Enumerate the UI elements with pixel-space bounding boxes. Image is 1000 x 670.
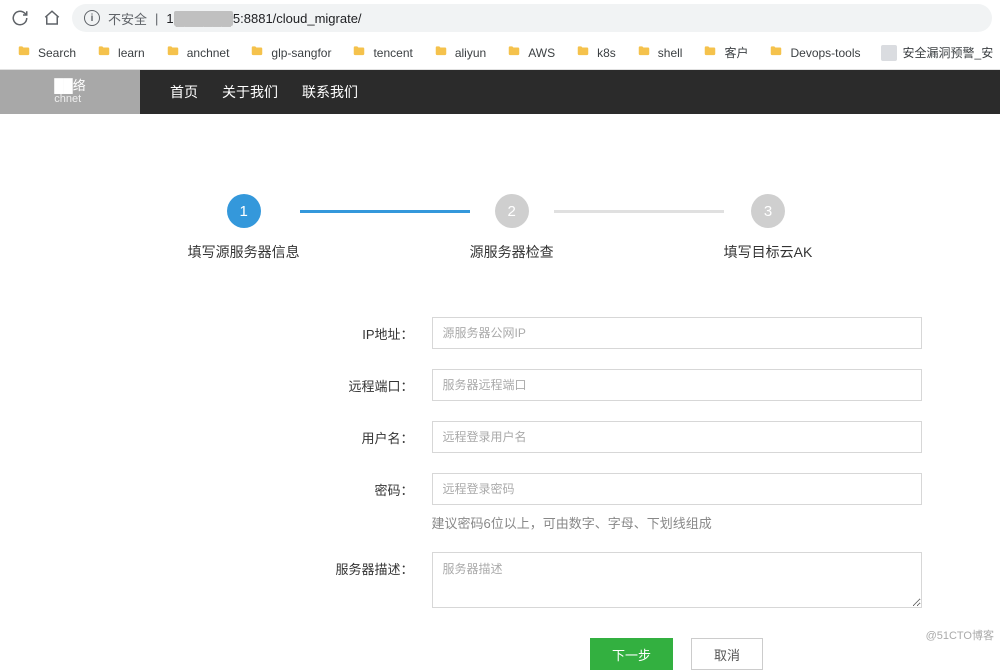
folder-icon [96, 44, 112, 61]
folder-icon [506, 44, 522, 61]
nav-link[interactable]: 关于我们 [222, 82, 278, 102]
url-text: 1██████5:8881/cloud_migrate/ [166, 11, 361, 26]
password-helper: 建议密码6位以上，可由数字、字母、下划线组成 [432, 513, 922, 532]
bookmark-item[interactable]: anchnet [157, 40, 238, 65]
step-connector [554, 210, 724, 213]
page-nav: ██络 chnet 首页 关于我们 联系我们 [0, 70, 1000, 114]
step-number-icon: 1 [227, 194, 261, 228]
steps-indicator: 1 填写源服务器信息 2 源服务器检查 3 填写目标云AK [0, 194, 1000, 262]
bookmarks-bar: Search learn anchnet glp-sangfor tencent aliy… [0, 36, 1000, 70]
watermark: @51CTO博客 [926, 627, 994, 643]
site-icon [881, 45, 897, 61]
bookmark-label: aliyun [455, 46, 486, 60]
step-connector [300, 210, 470, 213]
bookmark-label: anchnet [187, 46, 230, 60]
nav-link[interactable]: 联系我们 [302, 82, 358, 102]
bookmark-item[interactable]: 安全漏洞预警_安 [873, 40, 1000, 65]
step-label: 填写源服务器信息 [188, 242, 300, 262]
folder-icon [433, 44, 449, 61]
folder-icon [16, 44, 32, 61]
home-icon[interactable] [40, 6, 64, 30]
reload-icon[interactable] [8, 6, 32, 30]
password-label: 密码： [294, 473, 414, 499]
port-input[interactable] [432, 369, 922, 401]
info-icon: i [84, 10, 100, 26]
next-button[interactable]: 下一步 [590, 638, 673, 670]
brand-logo[interactable]: ██络 chnet [0, 70, 140, 114]
step: 1 填写源服务器信息 [188, 194, 300, 262]
step: 2 源服务器检查 [470, 194, 554, 262]
desc-label: 服务器描述： [294, 552, 414, 578]
user-input[interactable] [432, 421, 922, 453]
bookmark-item[interactable]: k8s [567, 40, 624, 65]
insecure-label: 不安全 [108, 9, 147, 28]
browser-toolbar: i 不安全 | 1██████5:8881/cloud_migrate/ [0, 0, 1000, 36]
bookmark-item[interactable]: tencent [343, 40, 420, 65]
folder-icon [702, 44, 718, 61]
bookmark-item[interactable]: shell [628, 40, 691, 65]
bookmark-label: AWS [528, 46, 555, 60]
bookmark-label: 安全漏洞预警_安 [903, 44, 994, 61]
source-server-form: IP地址： 远程端口： 用户名： 密码： 建议密码6位以上，可由数字、字母、下划… [0, 317, 1000, 670]
bookmark-item[interactable]: Search [8, 40, 84, 65]
bookmark-item[interactable]: glp-sangfor [241, 40, 339, 65]
step-label: 填写目标云AK [724, 242, 813, 262]
bookmark-item[interactable]: AWS [498, 40, 563, 65]
bookmark-label: learn [118, 46, 145, 60]
ip-label: IP地址： [294, 317, 414, 343]
bookmark-label: Devops-tools [790, 46, 860, 60]
step-number-icon: 3 [751, 194, 785, 228]
separator: | [155, 11, 158, 26]
folder-icon [249, 44, 265, 61]
folder-icon [768, 44, 784, 61]
folder-icon [351, 44, 367, 61]
bookmark-item[interactable]: Devops-tools [760, 40, 868, 65]
bookmark-item[interactable]: aliyun [425, 40, 494, 65]
bookmark-label: k8s [597, 46, 616, 60]
bookmark-label: glp-sangfor [271, 46, 331, 60]
bookmark-label: tencent [373, 46, 412, 60]
step-label: 源服务器检查 [470, 242, 554, 262]
folder-icon [636, 44, 652, 61]
folder-icon [165, 44, 181, 61]
step: 3 填写目标云AK [724, 194, 813, 262]
nav-link[interactable]: 首页 [170, 82, 198, 102]
port-label: 远程端口： [294, 369, 414, 395]
bookmark-label: Search [38, 46, 76, 60]
folder-icon [575, 44, 591, 61]
user-label: 用户名： [294, 421, 414, 447]
bookmark-item[interactable]: learn [88, 40, 153, 65]
step-number-icon: 2 [495, 194, 529, 228]
address-bar[interactable]: i 不安全 | 1██████5:8881/cloud_migrate/ [72, 4, 992, 32]
ip-input[interactable] [432, 317, 922, 349]
cancel-button[interactable]: 取消 [691, 638, 763, 670]
password-input[interactable] [432, 473, 922, 505]
desc-input[interactable] [432, 552, 922, 608]
bookmark-item[interactable]: 客户 [694, 40, 756, 65]
bookmark-label: 客户 [724, 44, 748, 61]
bookmark-label: shell [658, 46, 683, 60]
